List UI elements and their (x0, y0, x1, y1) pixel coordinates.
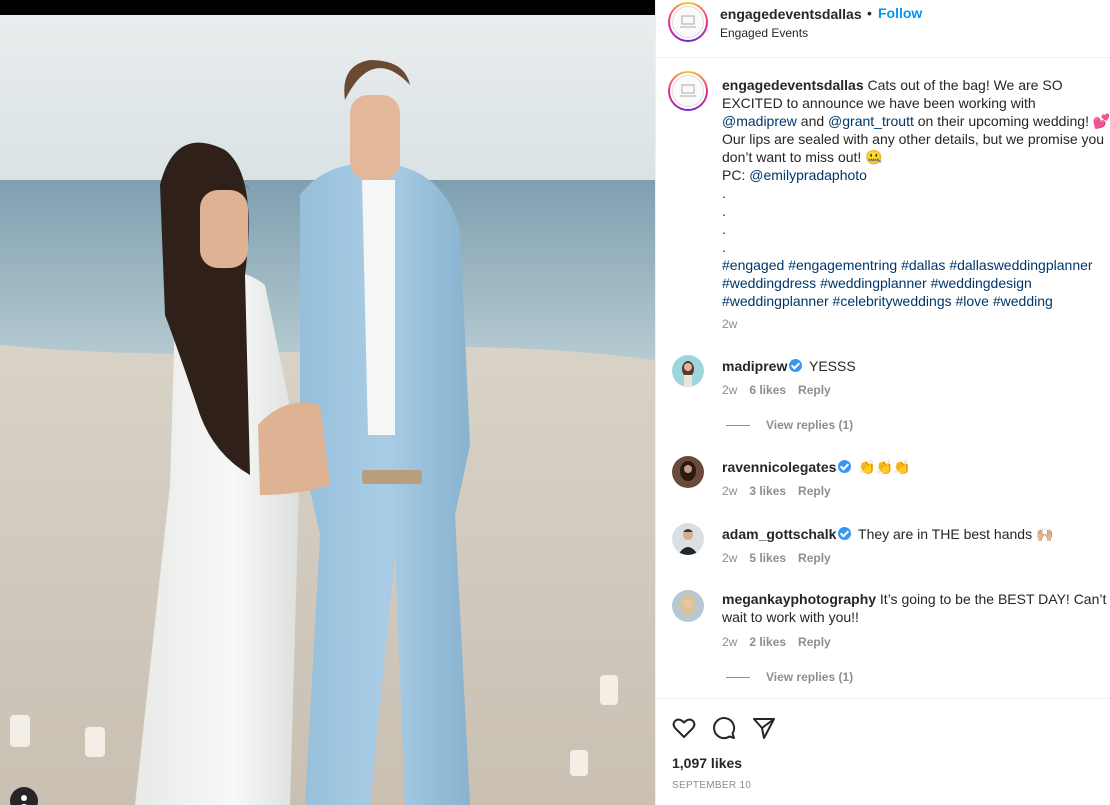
verified-badge-icon (838, 527, 852, 540)
brand-logo-icon (672, 6, 704, 38)
reply-button[interactable]: Reply (798, 383, 831, 397)
commenter-avatar[interactable] (672, 456, 704, 488)
reply-button[interactable]: Reply (798, 551, 831, 565)
comment-text: 👏👏👏 (854, 459, 911, 475)
comment-meta: 2w 2 likes Reply (722, 635, 843, 649)
hashtag[interactable]: #weddingplanner (722, 293, 829, 309)
comment-username[interactable]: ravennicolegates (722, 459, 836, 475)
hashtag[interactable]: #love (956, 293, 989, 309)
author-username[interactable]: engagedeventsdallas (720, 6, 862, 22)
caption-dot: . (722, 239, 726, 255)
comment-username[interactable]: adam_gottschalk (722, 526, 836, 542)
hashtag[interactable]: #engagementring (788, 257, 897, 273)
view-replies-label: View replies (1) (766, 418, 854, 432)
reply-button[interactable]: Reply (798, 635, 831, 649)
caption-text-2: and (796, 113, 829, 129)
post-image (0, 15, 655, 805)
commenter-avatar[interactable] (672, 590, 704, 622)
comment-meta: 2w 6 likes Reply (722, 383, 843, 397)
post-caption: engagedeventsdallas Cats out of the bag!… (722, 76, 1110, 310)
view-replies-button[interactable]: View replies (1) (726, 670, 853, 684)
author-subtitle: Engaged Events (720, 26, 809, 40)
caption-username[interactable]: engagedeventsdallas (722, 77, 864, 93)
mention-madiprew[interactable]: @madiprew (722, 113, 797, 129)
hashtag[interactable]: #weddingdress (722, 275, 816, 291)
comment-text: They are in THE best hands 🙌🏼 (854, 526, 1054, 542)
comment-likes[interactable]: 3 likes (749, 484, 786, 498)
comment-time[interactable]: 2w (722, 484, 737, 498)
caption-avatar[interactable] (668, 71, 708, 111)
hashtag[interactable]: #weddingdesign (931, 275, 1032, 291)
brand-logo-icon (672, 75, 704, 107)
comment-icon[interactable] (711, 715, 737, 741)
mention-grant-troutt[interactable]: @grant_troutt (828, 113, 914, 129)
comment-likes[interactable]: 5 likes (749, 551, 786, 565)
view-replies-button[interactable]: View replies (1) (726, 418, 853, 432)
verified-badge-icon (838, 460, 852, 473)
author-avatar[interactable] (668, 2, 708, 42)
hashtag[interactable]: #dallas (901, 257, 945, 273)
reply-button[interactable]: Reply (798, 484, 831, 498)
comment-meta: 2w 5 likes Reply (722, 551, 843, 565)
comment-time[interactable]: 2w (722, 635, 737, 649)
mention-emilypradaphoto[interactable]: @emilypradaphoto (749, 167, 867, 183)
post-header: engagedeventsdallas • Follow Engaged Eve… (656, 0, 1110, 58)
comment-likes[interactable]: 2 likes (749, 635, 786, 649)
heart-icon[interactable] (671, 715, 697, 741)
separator-dot: • (867, 5, 872, 21)
commenter-avatar[interactable] (672, 523, 704, 555)
comment-time[interactable]: 2w (722, 383, 737, 397)
comment-body: adam_gottschalk They are in THE best han… (722, 525, 1110, 543)
post-date[interactable]: SEPTEMBER 10 (672, 780, 751, 791)
hashtag[interactable]: #dallasweddingplanner (949, 257, 1092, 273)
caption-dot: . (722, 221, 726, 237)
comments-list[interactable]: engagedeventsdallas Cats out of the bag!… (656, 58, 1110, 698)
comment-body: madiprew YESSS (722, 357, 1110, 375)
hashtag[interactable]: #weddingplanner (820, 275, 927, 291)
comment-username[interactable]: megankayphotography (722, 591, 876, 607)
likes-count[interactable]: 1,097 likes (672, 755, 742, 771)
view-replies-label: View replies (1) (766, 670, 854, 684)
comment-text: YESSS (805, 358, 856, 374)
hashtag[interactable]: #wedding (993, 293, 1053, 309)
comment-meta: 2w 3 likes Reply (722, 484, 843, 498)
caption-time[interactable]: 2w (722, 317, 737, 331)
comment-body: ravennicolegates 👏👏👏 (722, 458, 1110, 476)
verified-badge-icon (789, 359, 803, 372)
comment-username[interactable]: madiprew (722, 358, 787, 374)
post-photo[interactable] (0, 0, 655, 805)
post-details-panel: engagedeventsdallas • Follow Engaged Eve… (655, 0, 1110, 805)
caption-dot: . (722, 203, 726, 219)
comment-body: megankayphotography It’s going to be the… (722, 590, 1110, 626)
follow-button[interactable]: Follow (878, 5, 922, 21)
comment-time[interactable]: 2w (722, 551, 737, 565)
share-icon[interactable] (751, 715, 777, 741)
comment-likes[interactable]: 6 likes (749, 383, 786, 397)
hashtag[interactable]: #engaged (722, 257, 784, 273)
replies-line (726, 677, 750, 679)
hashtag[interactable]: #celebrityweddings (833, 293, 952, 309)
commenter-avatar[interactable] (672, 355, 704, 387)
person-icon (21, 795, 27, 805)
caption-pc-label: PC: (722, 167, 750, 183)
caption-dot: . (722, 185, 726, 201)
post-actions: 1,097 likes SEPTEMBER 10 (656, 698, 1110, 805)
replies-line (726, 425, 750, 427)
